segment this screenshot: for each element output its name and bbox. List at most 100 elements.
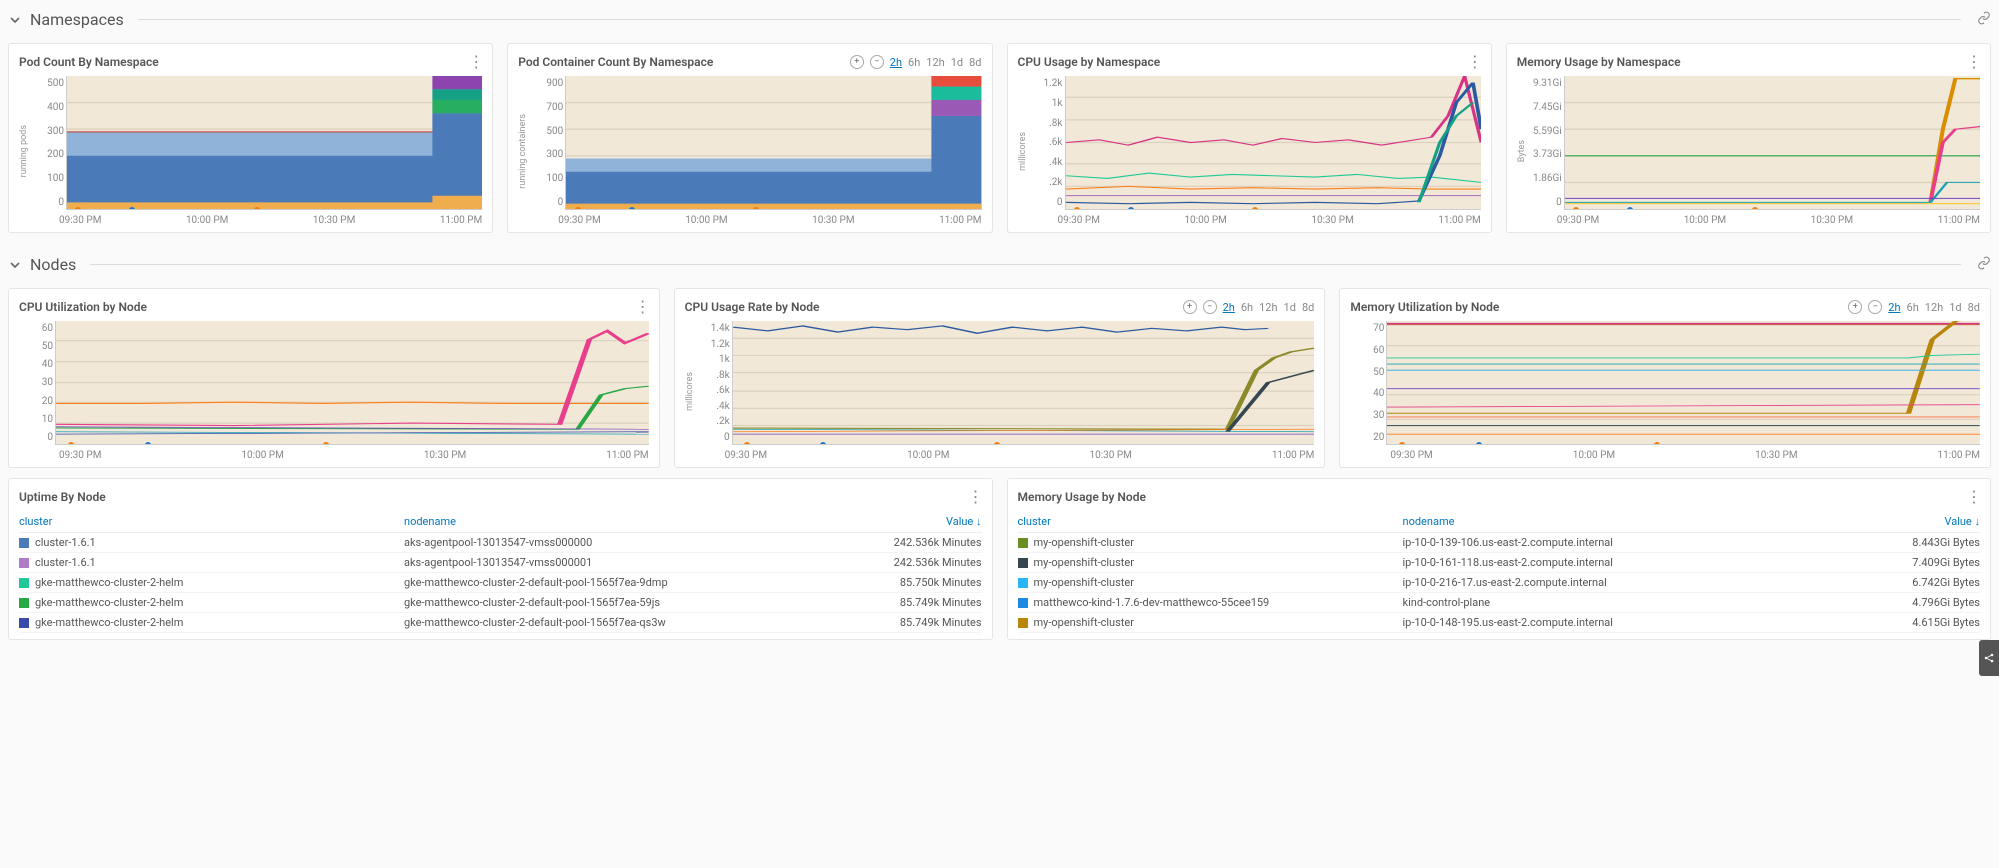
range-1d[interactable]: 1d xyxy=(1949,301,1961,314)
col-cluster[interactable]: cluster xyxy=(1018,515,1403,528)
chart-area[interactable] xyxy=(565,76,981,210)
cell-cluster: my-openshift-cluster xyxy=(1034,616,1134,629)
chevron-down-icon[interactable] xyxy=(8,258,22,272)
color-swatch xyxy=(19,578,29,588)
range-2h[interactable]: 2h xyxy=(1888,301,1900,314)
range-8d[interactable]: 8d xyxy=(1968,301,1980,314)
cell-cluster: gke-matthewco-cluster-2-helm xyxy=(35,616,183,629)
col-value[interactable]: Value ↓ xyxy=(1807,515,1980,528)
y-axis-label: running pods xyxy=(19,125,29,177)
y-ticks: 9007005003001000 xyxy=(529,76,565,226)
table-row[interactable]: my-openshift-cluster ip-10-0-216-17.us-ea… xyxy=(1018,573,1981,593)
table-row[interactable]: cluster-1.6.1 aks-agentpool-13013547-vmss… xyxy=(19,533,982,553)
range-6h[interactable]: 6h xyxy=(1907,301,1919,314)
kebab-icon[interactable]: ⋮ xyxy=(1467,55,1481,69)
share-tab-icon[interactable] xyxy=(1979,640,1999,676)
range-12h[interactable]: 12h xyxy=(1925,301,1943,314)
color-swatch xyxy=(1018,598,1028,608)
y-ticks: 1.4k1.2k1k.8k.6k.4k.2k0 xyxy=(696,321,732,461)
table-row[interactable]: cluster-1.6.1aks-agentpool-13013547-vmss… xyxy=(19,553,982,573)
table-row[interactable]: gke-matthewco-cluster-2-helmgke-matthewc… xyxy=(19,573,982,593)
table-row[interactable]: my-openshift-clusterip-10-0-148-195.us-e… xyxy=(1018,613,1981,633)
range-6h[interactable]: 6h xyxy=(1241,301,1253,314)
table-row[interactable]: matthewco-kind-1.7.6-dev-matthewco-55cee… xyxy=(1018,593,1981,613)
cell-nodename: ip-10-0-216-17.us-east-2.compute.interna… xyxy=(1403,576,1807,589)
section-title: Nodes xyxy=(30,255,76,274)
color-swatch xyxy=(19,558,29,568)
cell-value: 6.742Gi Bytes xyxy=(1807,576,1980,589)
range-8d[interactable]: 8d xyxy=(1302,301,1314,314)
cell-cluster: matthewco-kind-1.7.6-dev-matthewco-55cee… xyxy=(1034,596,1270,609)
cell-cluster: my-openshift-cluster xyxy=(1034,576,1134,589)
cell-cluster: gke-matthewco-cluster-2-helm xyxy=(35,596,183,609)
range-1d[interactable]: 1d xyxy=(951,56,963,69)
cell-nodename: ip-10-0-161-118.us-east-2.compute.intern… xyxy=(1403,556,1807,569)
chart-area[interactable] xyxy=(66,76,482,210)
zoom-out-icon[interactable]: − xyxy=(870,55,884,69)
range-12h[interactable]: 12h xyxy=(1259,301,1277,314)
zoom-in-icon[interactable]: + xyxy=(850,55,864,69)
color-swatch xyxy=(1018,558,1028,568)
link-icon[interactable] xyxy=(1977,11,1991,29)
kebab-icon[interactable]: ⋮ xyxy=(1966,490,1980,504)
kebab-icon[interactable]: ⋮ xyxy=(968,490,982,504)
col-cluster[interactable]: cluster xyxy=(19,515,404,528)
cell-nodename: aks-agentpool-13013547-vmss000001 xyxy=(404,556,808,569)
link-icon[interactable] xyxy=(1977,256,1991,274)
y-axis-label: millicores xyxy=(685,372,695,411)
range-1d[interactable]: 1d xyxy=(1284,301,1296,314)
col-nodename[interactable]: nodename xyxy=(404,515,808,528)
range-8d[interactable]: 8d xyxy=(969,56,981,69)
cell-value: 4.796Gi Bytes xyxy=(1807,596,1980,609)
table-row[interactable]: gke-matthewco-cluster-2-helm gke-matthewc… xyxy=(19,613,982,633)
table-row[interactable]: my-openshift-clusterip-10-0-161-118.us-e… xyxy=(1018,553,1981,573)
table-header: cluster nodename Value ↓ xyxy=(19,511,982,533)
panel-title: CPU Usage by Namespace xyxy=(1018,55,1161,69)
zoom-out-icon[interactable]: − xyxy=(1203,300,1217,314)
panel-cpu-namespace: CPU Usage by Namespace ⋮ millicores 1.2k… xyxy=(1007,43,1492,233)
table-row[interactable]: gke-matthewco-cluster-2-helm gke-matthewc… xyxy=(19,593,982,613)
cell-cluster: my-openshift-cluster xyxy=(1034,536,1134,549)
panel-cpu-util-node: CPU Utilization by Node ⋮ 6050403020100 xyxy=(8,288,660,468)
col-nodename[interactable]: nodename xyxy=(1403,515,1807,528)
table-header: cluster nodename Value ↓ xyxy=(1018,511,1981,533)
x-ticks: 09:30 PM10:00 PM10:30 PM11:00 PM xyxy=(59,215,482,226)
cell-value: 8.443Gi Bytes xyxy=(1807,536,1980,549)
chart-area[interactable] xyxy=(1386,321,1980,445)
panel-title: CPU Usage Rate by Node xyxy=(685,300,820,314)
range-2h[interactable]: 2h xyxy=(890,56,902,69)
time-range-control: + − 2h 6h 12h 1d 8d xyxy=(850,55,982,69)
chart-area[interactable] xyxy=(1065,76,1481,210)
panel-title: Pod Container Count By Namespace xyxy=(518,55,713,69)
panel-title: Uptime By Node xyxy=(19,490,106,504)
x-ticks: 09:30 PM10:00 PM10:30 PM11:00 PM xyxy=(59,450,649,461)
cell-nodename: gke-matthewco-cluster-2-default-pool-156… xyxy=(404,616,808,629)
chart-area[interactable] xyxy=(1564,76,1980,210)
table-row[interactable]: my-openshift-clusterip-10-0-139-106.us-e… xyxy=(1018,533,1981,553)
panel-mem-util-node: Memory Utilization by Node + − 2h 6h 12h… xyxy=(1339,288,1991,468)
cell-cluster: cluster-1.6.1 xyxy=(35,536,96,549)
chart-area[interactable] xyxy=(732,321,1315,445)
col-value[interactable]: Value ↓ xyxy=(808,515,981,528)
kebab-icon[interactable]: ⋮ xyxy=(635,300,649,314)
chart-area[interactable] xyxy=(55,321,649,445)
cell-nodename: gke-matthewco-cluster-2-default-pool-156… xyxy=(404,576,808,589)
cell-nodename: aks-agentpool-13013547-vmss000000 xyxy=(404,536,808,549)
kebab-icon[interactable]: ⋮ xyxy=(1966,55,1980,69)
range-2h[interactable]: 2h xyxy=(1223,301,1235,314)
color-swatch xyxy=(1018,538,1028,548)
zoom-in-icon[interactable]: + xyxy=(1183,300,1197,314)
range-6h[interactable]: 6h xyxy=(908,56,920,69)
kebab-icon[interactable]: ⋮ xyxy=(468,55,482,69)
cell-value: 242.536k Minutes xyxy=(808,536,981,549)
cell-value: 4.615Gi Bytes xyxy=(1807,616,1980,629)
cell-value: 85.750k Minutes xyxy=(808,576,981,589)
x-ticks: 09:30 PM10:00 PM10:30 PM11:00 PM xyxy=(725,450,1315,461)
cell-nodename: gke-matthewco-cluster-2-default-pool-156… xyxy=(404,596,808,609)
y-ticks: 5004003002001000 xyxy=(30,76,66,226)
chevron-down-icon[interactable] xyxy=(8,13,22,27)
panel-pod-count: Pod Count By Namespace ⋮ running pods 50… xyxy=(8,43,493,233)
zoom-out-icon[interactable]: − xyxy=(1868,300,1882,314)
zoom-in-icon[interactable]: + xyxy=(1848,300,1862,314)
range-12h[interactable]: 12h xyxy=(926,56,944,69)
